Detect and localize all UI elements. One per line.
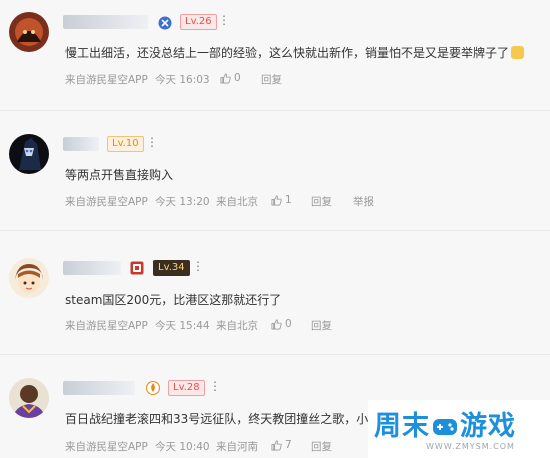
like-button[interactable]: 7 [271, 439, 292, 451]
comment-body: 慢工出细活，还没总结上一部的经验，这么快就出新作，销量怕不是又是要举牌子了 [65, 46, 510, 60]
thumbs-up-icon [271, 319, 282, 329]
username[interactable] [63, 381, 135, 395]
timestamp: 今天 13:20 [155, 196, 210, 208]
fan-badge-icon [146, 380, 160, 395]
reply-button[interactable]: 回复 [311, 439, 332, 454]
level-badge: Lv.26 [180, 14, 217, 30]
user-avatar[interactable] [9, 134, 49, 174]
like-count: 1 [285, 194, 292, 206]
comment-meta: 来自游民星空APP 今天 13:20 来自北京 1 回复 举报 [65, 194, 405, 208]
divider [0, 354, 550, 355]
like-count: 0 [285, 318, 292, 330]
more-options-button[interactable]: ⋮ [146, 135, 159, 149]
reply-button[interactable]: 回复 [261, 72, 282, 87]
comment-text: 等两点开售直接购入 [65, 168, 174, 182]
like-button[interactable]: 1 [271, 194, 292, 206]
like-count: 0 [234, 72, 241, 84]
thumbs-up-icon [271, 440, 282, 450]
more-options-button[interactable]: ⋮ [209, 379, 222, 393]
user-avatar[interactable] [9, 12, 49, 52]
comment-text: steam国区200元，比港区这那就还行了 [65, 293, 282, 307]
watermark-title-a: 周末 [374, 411, 430, 442]
level-badge: Lv.34 [153, 260, 190, 276]
cat-emoji-icon [511, 46, 525, 59]
more-options-button[interactable]: ⋮ [218, 13, 231, 27]
level-badge: Lv.10 [107, 136, 144, 152]
source-label: 来自游民星空APP [65, 74, 148, 86]
site-watermark: 周末 游戏 WWW.ZMYSM.COM [368, 400, 550, 458]
source-label: 来自游民星空APP [65, 441, 148, 453]
watermark-logo: 周末 游戏 [374, 404, 516, 443]
username[interactable] [63, 137, 99, 151]
report-button[interactable]: 举报 [353, 194, 374, 209]
comment-meta: 来自游民星空APP 今天 16:03 0 回复 [65, 72, 365, 86]
verified-icon [158, 15, 172, 30]
user-avatar[interactable] [9, 378, 49, 418]
source-label: 来自游民星空APP [65, 196, 148, 208]
timestamp: 今天 16:03 [155, 74, 210, 86]
watermark-title-b: 游戏 [460, 411, 516, 442]
location-label: 来自北京 [216, 196, 258, 208]
comment-meta: 来自游民星空APP 今天 15:44 来自北京 0 回复 [65, 318, 365, 332]
like-button[interactable]: 0 [271, 318, 292, 330]
comment-text: 百日战纪撞老滚四和33号远征队，终天教团撞丝之歌，小 [65, 412, 369, 426]
comment-meta: 来自游民星空APP 今天 10:40 来自河南 7 回复 [65, 439, 365, 453]
thumbs-up-icon [220, 73, 231, 83]
comment-text: 慢工出细活，还没总结上一部的经验，这么快就出新作，销量怕不是又是要举牌子了 [65, 44, 525, 61]
divider [0, 230, 550, 231]
watermark-url: WWW.ZMYSM.COM [426, 442, 515, 451]
timestamp: 今天 15:44 [155, 320, 210, 332]
thumbs-up-icon [271, 195, 282, 205]
reply-button[interactable]: 回复 [311, 318, 332, 333]
level-badge: Lv.28 [168, 380, 205, 396]
more-options-button[interactable]: ⋮ [192, 259, 205, 273]
username[interactable] [63, 261, 121, 275]
fan-badge-icon [130, 260, 144, 275]
comment-3: Lv.34 ⋮ steam国区200元，比港区这那就还行了 来自游民星空APP … [0, 240, 550, 350]
source-label: 来自游民星空APP [65, 320, 148, 332]
comment-2: Lv.10 ⋮ 等两点开售直接购入 来自游民星空APP 今天 13:20 来自北… [0, 120, 550, 230]
divider [0, 110, 550, 111]
comment-1: Lv.26 ⋮ 慢工出细活，还没总结上一部的经验，这么快就出新作，销量怕不是又是… [0, 0, 550, 110]
username[interactable] [63, 15, 148, 29]
timestamp: 今天 10:40 [155, 441, 210, 453]
gamepad-icon [432, 414, 458, 436]
location-label: 来自河南 [216, 441, 258, 453]
like-button[interactable]: 0 [220, 72, 241, 84]
reply-button[interactable]: 回复 [311, 194, 332, 209]
like-count: 7 [285, 439, 292, 451]
location-label: 来自北京 [216, 320, 258, 332]
user-avatar[interactable] [9, 258, 49, 298]
